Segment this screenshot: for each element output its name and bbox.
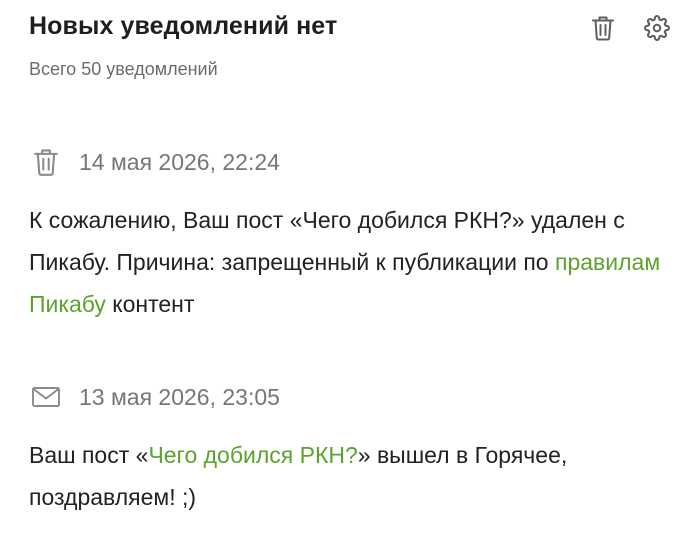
post-link[interactable]: Чего добился РКН? [148,442,357,468]
mail-icon [29,380,63,414]
message-text: контент [105,291,195,317]
page-title: Новых уведомлений нет [29,12,338,40]
delete-all-button[interactable] [589,14,617,42]
trash-icon [29,145,63,179]
message-text: Ваш пост « [29,442,149,468]
notification-item: 13 мая 2026, 23:05 Ваш пост «Чего добилс… [29,378,674,518]
settings-button[interactable] [643,14,671,42]
gear-icon [644,15,670,41]
header-actions [589,14,671,42]
notification-item: 14 мая 2026, 22:24 К сожалению, Ваш пост… [29,143,674,325]
notification-date: 13 мая 2026, 23:05 [79,384,280,410]
notification-meta: 14 мая 2026, 22:24 [29,143,674,181]
notifications-count: Всего 50 уведомлений [29,59,218,79]
trash-icon [592,16,614,41]
notification-date: 14 мая 2026, 22:24 [79,149,280,175]
notifications-header: Новых уведомлений нет Всего 50 уведомлен… [29,8,671,80]
notification-text: Ваш пост «Чего добился РКН?» вышел в Гор… [29,434,674,518]
notifications-page: Новых уведомлений нет Всего 50 уведомлен… [0,0,700,536]
notification-meta: 13 мая 2026, 23:05 [29,378,674,416]
notification-text: К сожалению, Ваш пост «Чего добился РКН?… [29,199,674,325]
message-text: К сожалению, Ваш пост «Чего добился РКН?… [29,207,625,275]
